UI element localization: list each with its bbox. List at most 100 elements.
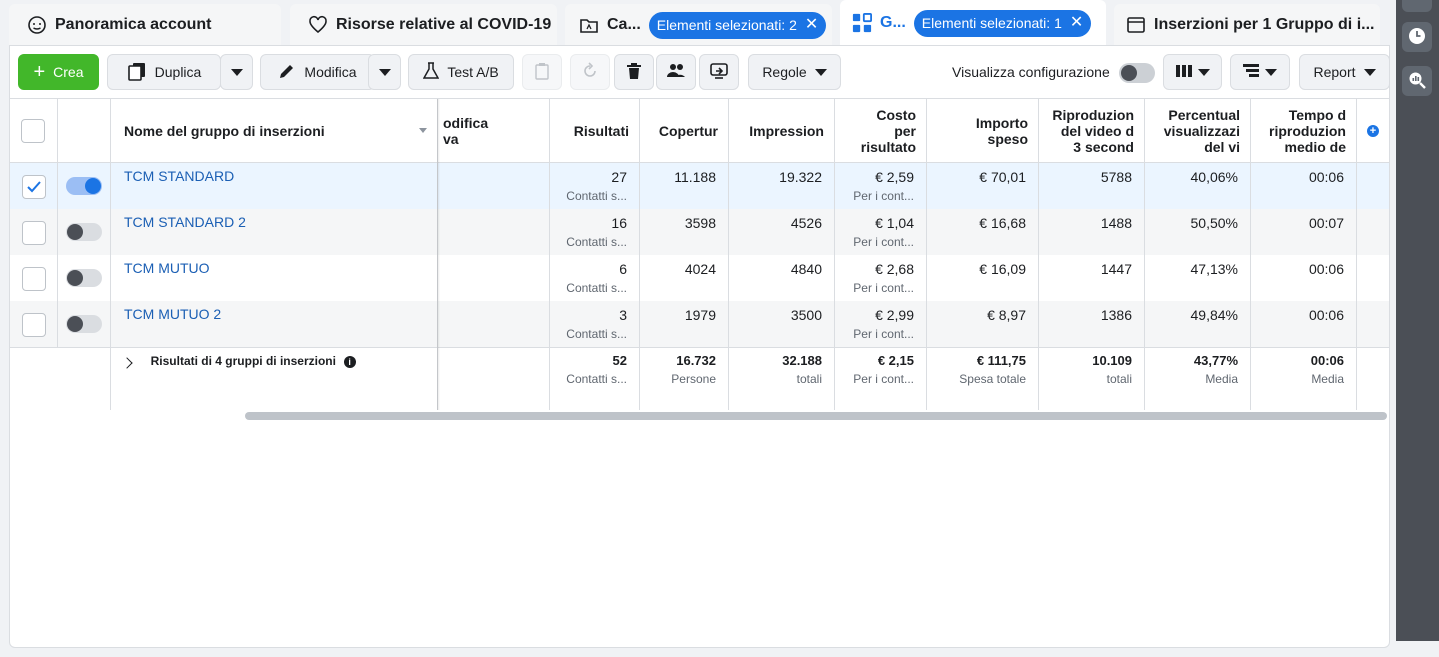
header-results-label: Risultati [573,122,629,139]
selected-campaigns-pill[interactable]: Elementi selezionati: 2 ✕ [648,11,827,39]
rules-label: Regole [762,64,807,80]
tab-ad-sets[interactable]: G... Elementi selezionati: 1 ✕ [840,0,1106,46]
right-sidebar [1396,0,1439,641]
status-toggle[interactable] [66,223,102,241]
header-spent[interactable]: Importo speso [927,99,1039,163]
header-name[interactable]: Nome del gruppo di inserzioni [111,99,438,163]
row-reach: 1979 [640,301,729,347]
columns-button[interactable] [1163,54,1222,90]
header-modifica-label: odifica va [443,114,489,147]
header-toggle [58,99,111,163]
info-icon[interactable]: i [343,356,356,368]
adset-name-link[interactable]: TCM MUTUO 2 [124,306,221,322]
table-row[interactable]: TCM STANDARD 2 16 Contatti s... 3598 4526… [10,209,1389,255]
delete-button[interactable] [614,54,654,90]
search-insights-button[interactable] [1402,66,1432,96]
status-toggle[interactable] [66,315,102,333]
edit-label: Modifica [304,64,357,80]
row-modifica [438,209,550,255]
header-add-column[interactable]: + [1357,99,1389,163]
horizontal-scrollbar[interactable] [245,412,1387,420]
table-row[interactable]: TCM STANDARD 27 Contatti s... 11.188 19.3… [10,163,1389,209]
chevron-down-icon [1197,68,1210,76]
status-toggle[interactable] [66,269,102,287]
header-cost-label: Costo per risultato [860,106,916,155]
header-avg-time[interactable]: Tempo d riproduzion medio de [1251,99,1357,163]
history-button[interactable] [1402,22,1432,52]
selected-adsets-pill[interactable]: Elementi selezionati: 1 ✕ [913,9,1092,37]
clipboard-button[interactable] [522,54,562,90]
row-cost: € 2,68 Per i cont... [835,255,927,301]
create-label: Crea [53,64,84,80]
cost-sub: Per i cont... [853,189,914,203]
header-reach[interactable]: Copertur [640,99,729,163]
cost-sub: Per i cont... [853,281,914,295]
report-button[interactable]: Report [1299,54,1390,90]
cost-value: € 2,99 [875,307,914,323]
duplicate-icon [127,61,147,84]
tab-covid-resources[interactable]: Risorse relative al COVID-19 [290,4,557,46]
row-name[interactable]: TCM MUTUO [111,255,438,301]
report-label: Report [1313,64,1356,80]
totals-select [10,348,58,410]
duplicate-button[interactable]: Duplica [107,54,221,90]
row-name[interactable]: TCM STANDARD 2 [111,209,438,255]
create-button[interactable]: + Crea [18,54,99,90]
sidebar-top-button[interactable] [1402,0,1432,12]
results-value: 3 [619,307,627,323]
gauge-icon [27,15,47,35]
heart-icon [308,15,328,35]
tab-campaigns[interactable]: Ca... Elementi selezionati: 2 ✕ [565,4,832,46]
table-row[interactable]: TCM MUTUO 6 Contatti s... 4024 4840 € 2,6… [10,255,1389,301]
tab-label: Inserzioni per 1 Gruppo di i... [1154,16,1375,33]
breakdown-button[interactable] [1230,54,1290,90]
preview-button[interactable] [699,54,739,90]
undo-button[interactable] [570,54,610,90]
audience-button[interactable] [656,54,696,90]
add-column-icon[interactable]: + [1367,124,1379,137]
cost-value: € 2,68 [875,261,914,277]
duplicate-dropdown-button[interactable] [220,54,253,90]
row-spent: € 8,97 [927,301,1039,347]
totals-reach-value: 16.732 [676,353,716,368]
row-checkbox[interactable] [22,175,46,199]
row-checkbox[interactable] [22,313,46,337]
header-results[interactable]: Risultati [550,99,640,163]
row-name[interactable]: TCM STANDARD [111,163,438,209]
row-percent: 40,06% [1145,163,1251,209]
totals-row: Risultati di 4 gruppi di inserzioni i 52… [10,347,1389,410]
rules-button[interactable]: Regole [748,54,841,90]
edit-button[interactable]: Modifica [260,54,375,90]
adset-name-link[interactable]: TCM STANDARD [124,168,234,184]
tab-account-overview[interactable]: Panoramica account [9,4,281,46]
header-percent[interactable]: Percentual visualizzazi del vi [1145,99,1251,163]
adset-name-link[interactable]: TCM MUTUO [124,260,210,276]
table-row[interactable]: TCM MUTUO 2 3 Contatti s... 1979 3500 € 2… [10,301,1389,347]
header-modifica[interactable]: odifica va [438,99,550,163]
row-name[interactable]: TCM MUTUO 2 [111,301,438,347]
totals-video-value: 10.109 [1092,353,1132,368]
header-cost[interactable]: Costo per risultato [835,99,927,163]
totals-time: 00:06 Media [1251,348,1357,410]
totals-toggle [58,348,111,410]
status-toggle[interactable] [66,177,102,195]
header-impressions[interactable]: Impression [729,99,835,163]
row-checkbox[interactable] [22,221,46,245]
close-icon[interactable]: ✕ [1070,15,1083,31]
header-video-plays[interactable]: Riproduzion del video d 3 second [1039,99,1145,163]
columns-icon [1175,64,1192,81]
grid-icon [852,13,872,33]
check-icon [27,181,41,193]
results-sub: Contatti s... [566,235,627,249]
ab-test-button[interactable]: Test A/B [408,54,514,90]
totals-time-value: 00:06 [1310,353,1344,368]
select-all-checkbox[interactable] [21,119,45,143]
close-icon[interactable]: ✕ [805,17,818,33]
chevron-right-icon[interactable] [121,357,133,369]
row-time: 00:07 [1251,209,1357,255]
adset-name-link[interactable]: TCM STANDARD 2 [124,214,246,230]
config-toggle[interactable] [1119,63,1155,83]
row-checkbox[interactable] [22,267,46,291]
edit-dropdown-button[interactable] [368,54,401,90]
tab-ads[interactable]: Inserzioni per 1 Gruppo di i... [1114,4,1380,46]
